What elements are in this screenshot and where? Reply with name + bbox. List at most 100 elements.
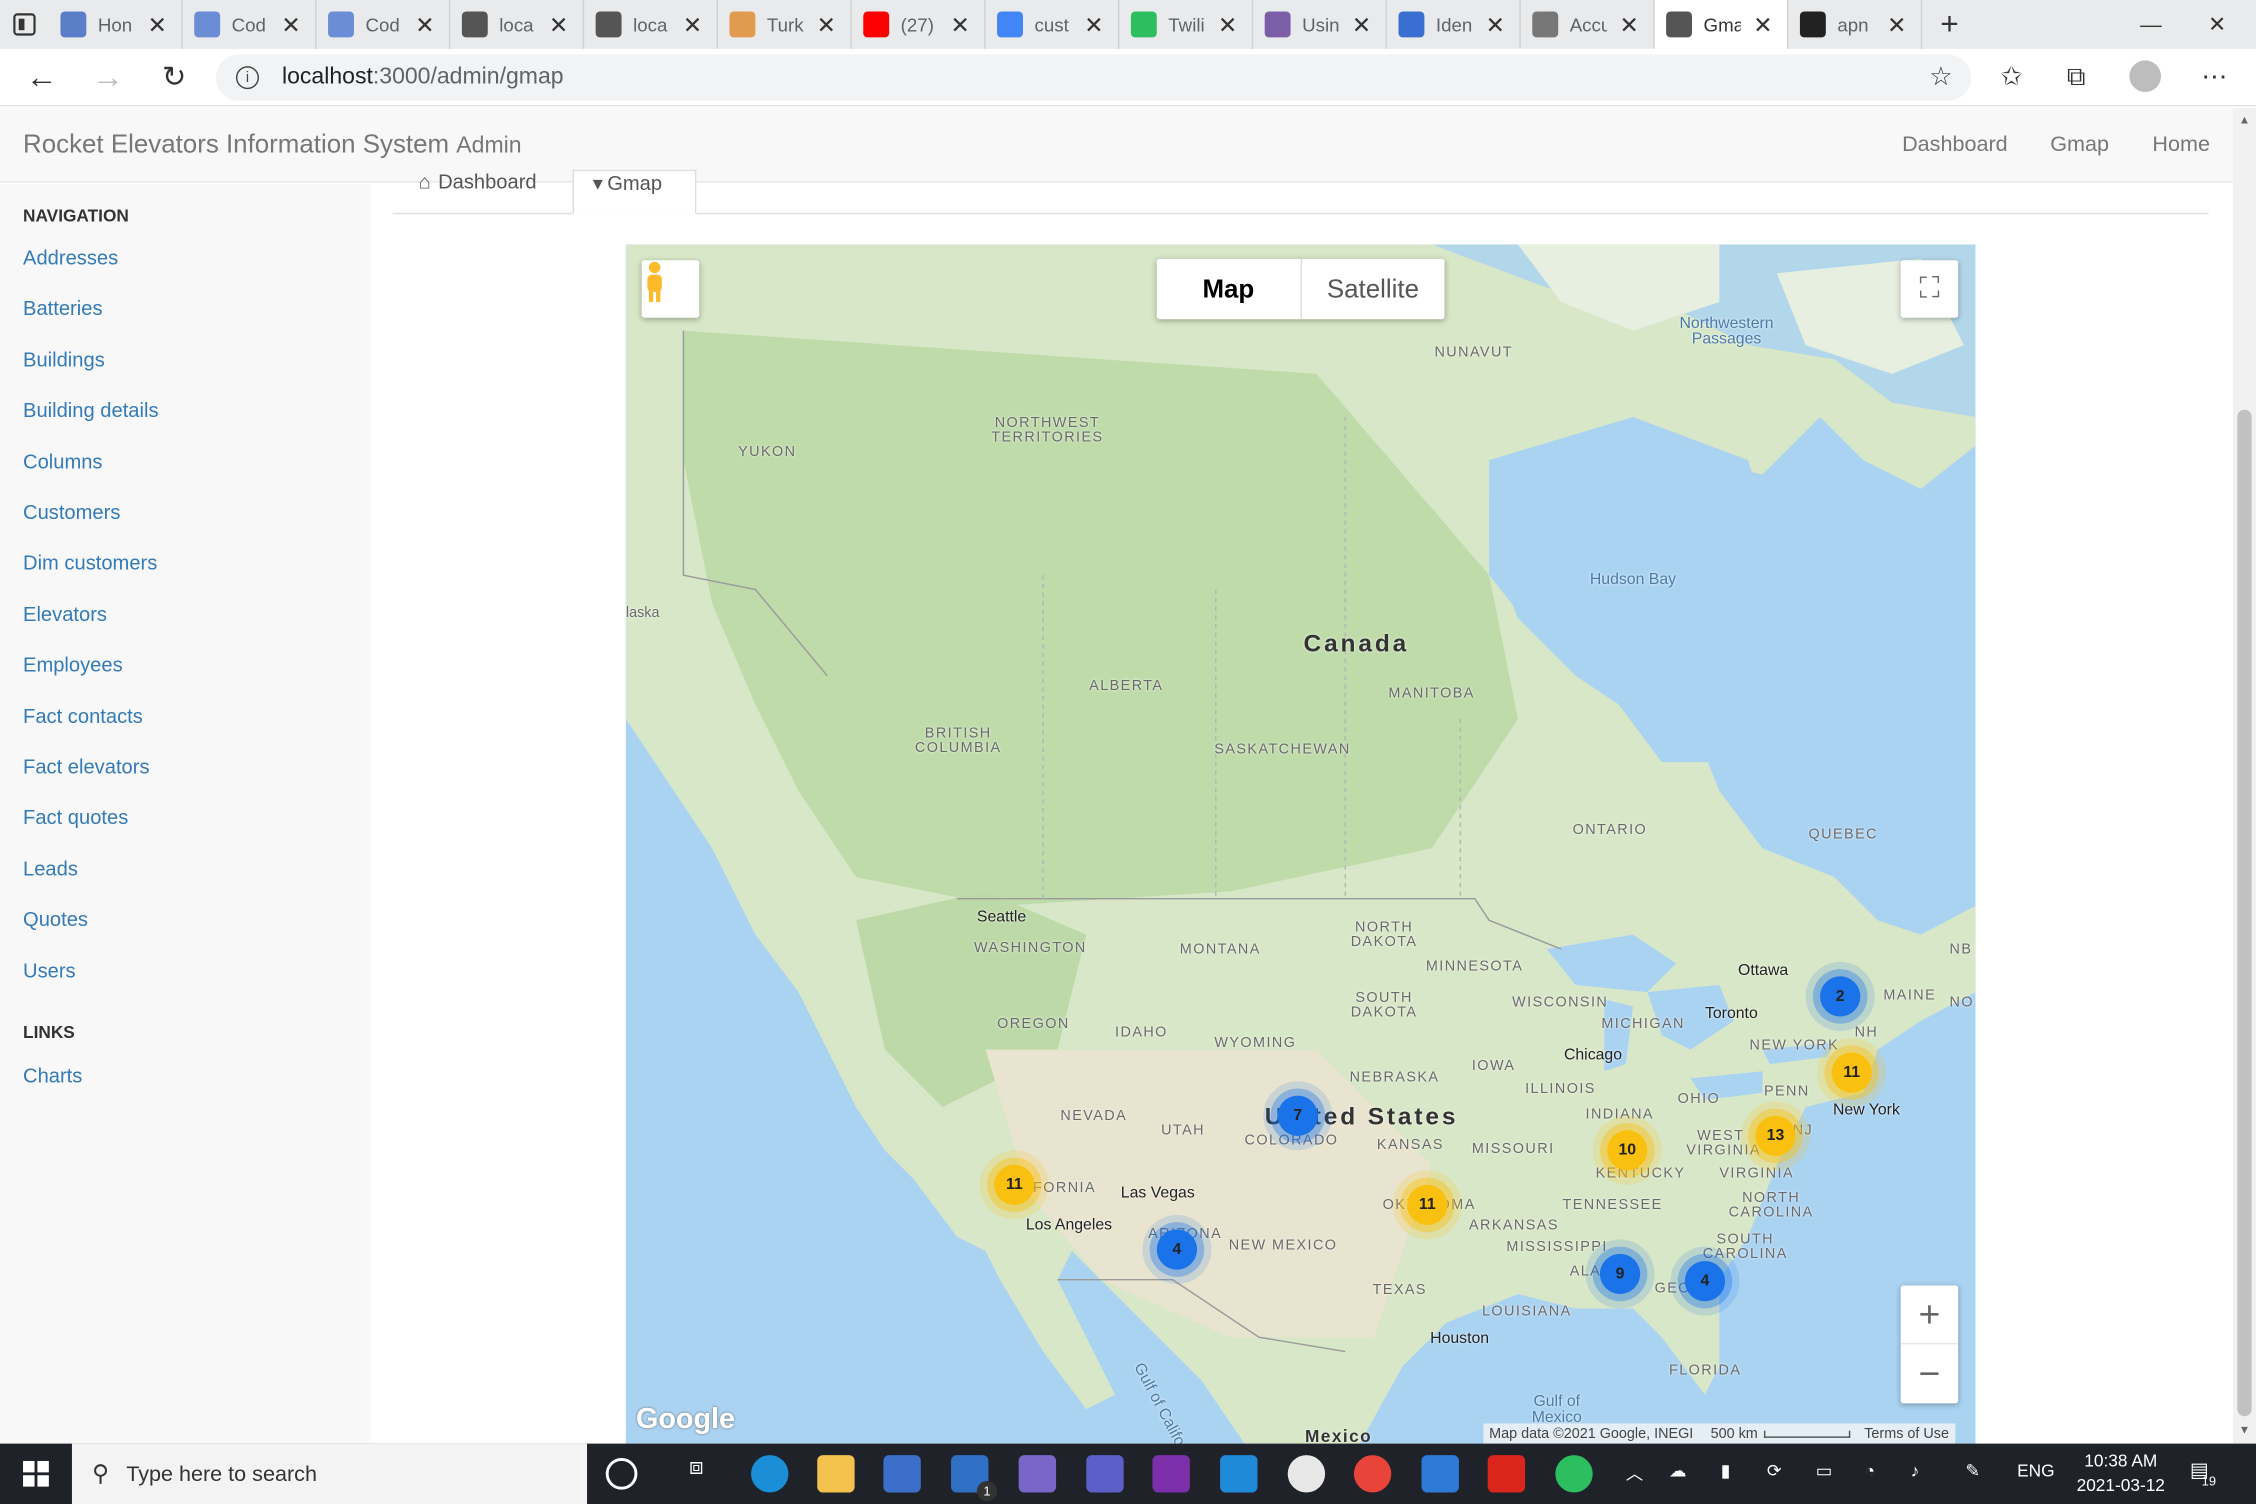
update-icon[interactable]: ⟳: [1767, 1461, 1781, 1481]
page-scrollbar[interactable]: ▲ ▼: [2232, 107, 2256, 1444]
nav-home-link[interactable]: Home: [2152, 132, 2210, 156]
sidebar-item-fact-quotes[interactable]: Fact quotes: [23, 806, 128, 829]
discord-icon[interactable]: [1018, 1455, 1057, 1493]
browser-tab[interactable]: Iden ✕: [1387, 0, 1521, 49]
back-button[interactable]: ←: [9, 48, 75, 106]
taskbar-search[interactable]: ⚲ Type here to search: [71, 1443, 588, 1504]
file-explorer-icon[interactable]: [817, 1455, 855, 1493]
sidebar-item-leads[interactable]: Leads: [23, 857, 78, 880]
city-houston[interactable]: Houston: [1430, 1330, 1489, 1347]
city-los-angeles[interactable]: Los Angeles: [1026, 1216, 1112, 1233]
google-map[interactable]: Canada United States Mexico NUNAVUT NORT…: [625, 244, 1976, 1444]
scale-label[interactable]: 500 km: [1711, 1426, 1758, 1442]
marker-cluster[interactable]: 4: [1684, 1261, 1726, 1302]
close-tab-icon[interactable]: ✕: [148, 12, 167, 41]
new-tab-button[interactable]: +: [1922, 0, 1977, 49]
onenote-icon[interactable]: [1152, 1455, 1190, 1493]
evernote-icon[interactable]: [1555, 1455, 1593, 1493]
close-tab-icon[interactable]: ✕: [1887, 12, 1906, 41]
close-window-button[interactable]: ✕: [2184, 0, 2250, 49]
close-tab-icon[interactable]: ✕: [1753, 12, 1772, 41]
close-tab-icon[interactable]: ✕: [1084, 12, 1103, 41]
teams-icon[interactable]: [1086, 1455, 1124, 1493]
marker-cluster[interactable]: 11: [994, 1164, 1035, 1205]
zoom-out-button[interactable]: −: [1901, 1344, 1959, 1403]
marker-cluster[interactable]: 4: [1156, 1229, 1198, 1270]
slack-icon[interactable]: [1287, 1455, 1326, 1493]
close-tab-icon[interactable]: ✕: [1218, 12, 1237, 41]
sidebar-item-dim-customers[interactable]: Dim customers: [23, 551, 157, 574]
cortana-icon[interactable]: [605, 1457, 638, 1490]
sidebar-item-quotes[interactable]: Quotes: [23, 908, 88, 931]
browser-tab[interactable]: Cod ✕: [317, 0, 451, 49]
nav-gmap-link[interactable]: Gmap: [2050, 132, 2109, 156]
info-icon[interactable]: i: [235, 66, 259, 90]
mail-icon[interactable]: 1: [951, 1455, 998, 1502]
volume-icon[interactable]: ♪: [1911, 1461, 1920, 1481]
pen-icon[interactable]: ✎: [1965, 1461, 1979, 1481]
sidebar-item-employees[interactable]: Employees: [23, 653, 123, 676]
forward-button[interactable]: →: [75, 48, 141, 106]
battery-icon[interactable]: ▭: [1816, 1461, 1832, 1481]
tab-gmap[interactable]: ▾ Gmap: [572, 169, 697, 215]
browser-tab[interactable]: cust ✕: [986, 0, 1120, 49]
city-seattle[interactable]: Seattle: [977, 909, 1026, 926]
refresh-button[interactable]: ↻: [141, 48, 207, 106]
close-tab-icon[interactable]: ✕: [1486, 12, 1505, 41]
notification-center-icon[interactable]: ▤19: [2190, 1458, 2223, 1488]
browser-tab[interactable]: Hon ✕: [49, 0, 183, 49]
marker-cluster[interactable]: 7: [1277, 1095, 1318, 1136]
edge-icon[interactable]: [751, 1455, 789, 1493]
browser-tab[interactable]: Accu ✕: [1521, 0, 1655, 49]
marker-cluster[interactable]: 11: [1831, 1052, 1872, 1093]
fullscreen-icon[interactable]: ⛶: [1900, 260, 1959, 318]
city-new-york[interactable]: New York: [1833, 1101, 1900, 1118]
terms-link[interactable]: Terms of Use: [1864, 1426, 1949, 1442]
sidebar-item-building-details[interactable]: Building details: [23, 399, 158, 422]
profile-avatar[interactable]: [2124, 56, 2167, 96]
nav-dashboard-link[interactable]: Dashboard: [1902, 132, 2008, 156]
browser-tab[interactable]: Turk ✕: [718, 0, 852, 49]
marker-cluster[interactable]: 10: [1607, 1130, 1648, 1171]
sidebar-item-buildings[interactable]: Buildings: [23, 348, 105, 371]
close-tab-icon[interactable]: ✕: [950, 12, 969, 41]
close-tab-icon[interactable]: ✕: [281, 12, 300, 41]
marker-cluster[interactable]: 13: [1755, 1115, 1796, 1157]
clock[interactable]: 10:38 AM 2021-03-12: [2057, 1449, 2184, 1498]
scroll-down-icon[interactable]: ▼: [2239, 1423, 2250, 1436]
marker-cluster[interactable]: 9: [1599, 1253, 1641, 1295]
brand[interactable]: Rocket Elevators Information System Admi…: [23, 129, 522, 159]
sidebar-item-users[interactable]: Users: [23, 958, 76, 981]
browser-tab[interactable]: Twili ✕: [1119, 0, 1254, 49]
map-type-satellite-button[interactable]: Satellite: [1301, 259, 1444, 319]
sidebar-item-elevators[interactable]: Elevators: [23, 602, 107, 625]
scrollbar-thumb[interactable]: [2237, 409, 2252, 1417]
city-ottawa[interactable]: Ottawa: [1738, 962, 1788, 979]
browser-tab[interactable]: apn ✕: [1788, 0, 1923, 49]
city-toronto[interactable]: Toronto: [1705, 1005, 1758, 1022]
zoom-in-button[interactable]: +: [1900, 1285, 1959, 1345]
tray-chevron-icon[interactable]: ︿: [1626, 1461, 1643, 1485]
collections-icon[interactable]: ⧉: [2055, 56, 2098, 96]
sidebar-item-fact-elevators[interactable]: Fact elevators: [23, 755, 150, 778]
address-bar[interactable]: i localhost:3000/admin/gmap: [215, 54, 1972, 101]
task-view-icon[interactable]: ⧈: [678, 1455, 715, 1492]
sidebar-item-columns[interactable]: Columns: [23, 449, 102, 472]
language-indicator[interactable]: ENG: [2017, 1461, 2054, 1481]
acrobat-icon[interactable]: [1487, 1455, 1526, 1493]
sidebar-item-addresses[interactable]: Addresses: [23, 246, 118, 269]
add-favorite-icon[interactable]: ☆: [1919, 56, 1962, 96]
close-tab-icon[interactable]: ✕: [415, 12, 434, 41]
sidebar-item-customers[interactable]: Customers: [23, 500, 120, 523]
sidebar-item-batteries[interactable]: Batteries: [23, 297, 102, 320]
browser-tab[interactable]: loca ✕: [450, 0, 585, 49]
onedrive-icon[interactable]: ☁: [1669, 1461, 1686, 1481]
close-tab-icon[interactable]: ✕: [817, 12, 836, 41]
chrome-icon[interactable]: [1353, 1455, 1392, 1493]
more-menu-icon[interactable]: ⋯: [2193, 56, 2236, 96]
tab-actions-icon[interactable]: [0, 0, 49, 49]
sidebar-link-charts[interactable]: Charts: [23, 1064, 82, 1087]
media-player-icon[interactable]: [1421, 1455, 1459, 1493]
scroll-up-icon[interactable]: ▲: [2239, 114, 2250, 127]
map-type-map-button[interactable]: Map: [1157, 258, 1302, 320]
